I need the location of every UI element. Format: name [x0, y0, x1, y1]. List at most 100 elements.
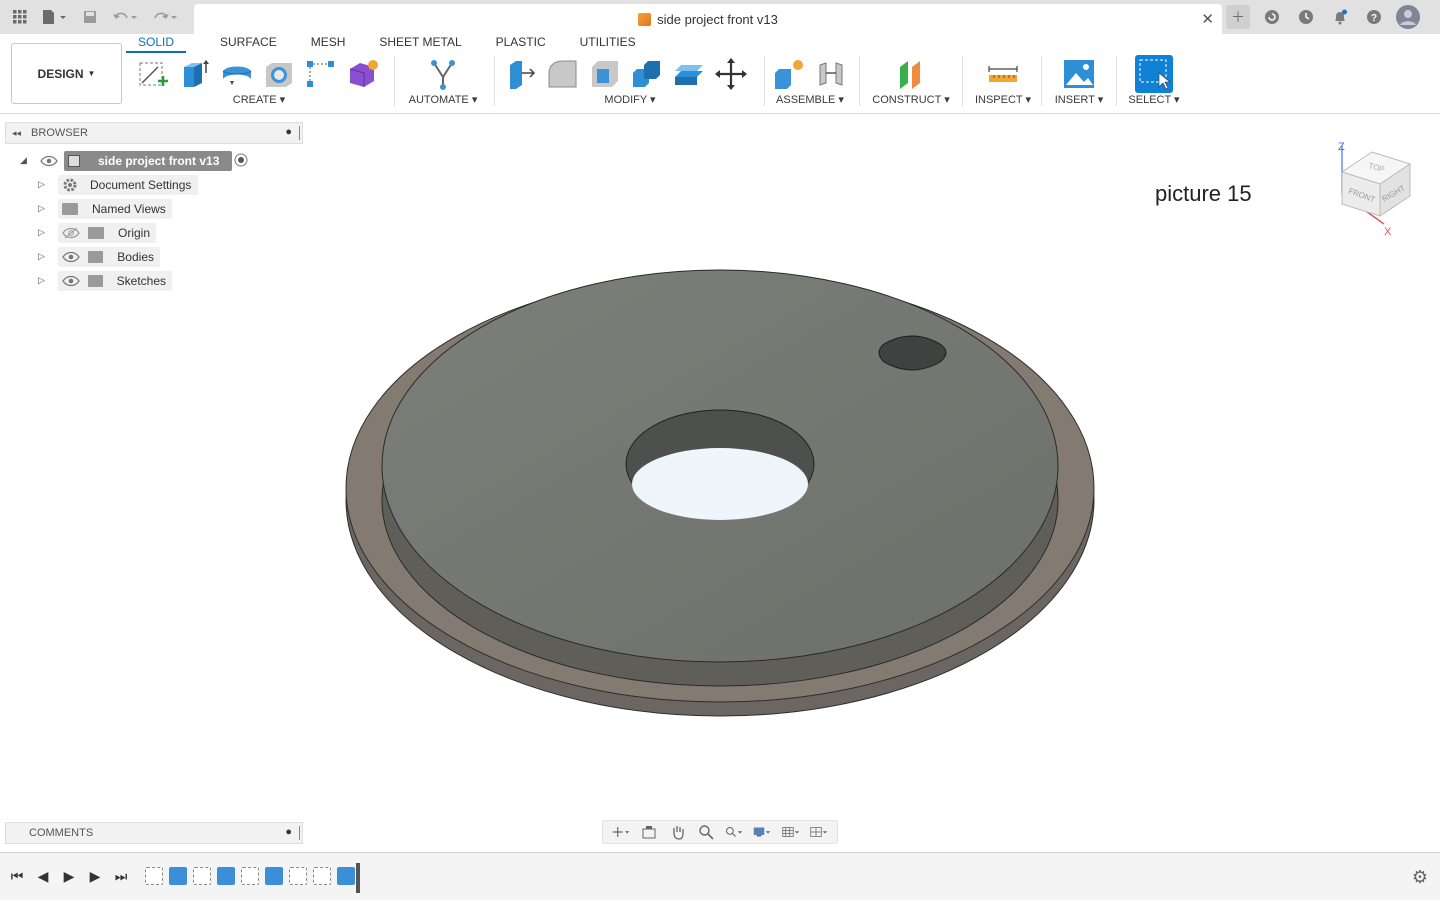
create-sketch-icon[interactable]: [136, 57, 170, 91]
shell-icon[interactable]: [588, 57, 622, 91]
construct-group-label[interactable]: CONSTRUCT ▾: [866, 93, 956, 106]
help-icon[interactable]: ?: [1362, 5, 1386, 29]
automate-icon[interactable]: [426, 57, 460, 91]
modify-group-label[interactable]: MODIFY ▾: [502, 93, 758, 106]
file-icon[interactable]: [38, 5, 72, 29]
expand-triangle-icon[interactable]: ▷: [38, 227, 45, 238]
tab-sheet-metal[interactable]: SHEET METAL: [379, 35, 461, 53]
go-to-start-icon[interactable]: ⏮: [8, 867, 26, 885]
tree-item-chip[interactable]: Origin: [58, 223, 156, 243]
press-pull-icon[interactable]: [504, 57, 538, 91]
bell-icon[interactable]: [1328, 5, 1352, 29]
viewports-icon[interactable]: [810, 824, 828, 840]
expand-triangle-icon[interactable]: ▷: [38, 251, 45, 262]
browser-panel-header[interactable]: ◂◂ BROWSER ●: [5, 122, 303, 144]
visibility-eye-icon[interactable]: [62, 251, 80, 263]
timeline-sketch-feature[interactable]: [289, 867, 307, 885]
small-square-hole[interactable]: [878, 335, 947, 371]
timeline-playhead[interactable]: [356, 863, 360, 893]
step-forward-icon[interactable]: ▶: [86, 867, 104, 885]
tab-solid[interactable]: SOLID: [126, 35, 187, 53]
pan-hand-icon[interactable]: [669, 824, 687, 840]
form-icon[interactable]: [346, 57, 380, 91]
extrude-icon[interactable]: [178, 57, 212, 91]
refresh-icon[interactable]: [1260, 5, 1284, 29]
redo-icon[interactable]: [148, 5, 182, 29]
automate-group-label[interactable]: AUTOMATE ▾: [400, 93, 486, 106]
save-icon[interactable]: [78, 5, 102, 29]
revolve-icon[interactable]: [220, 57, 254, 91]
timeline-sketch-feature[interactable]: [313, 867, 331, 885]
visibility-eye-icon[interactable]: [62, 275, 80, 287]
visibility-eye-icon[interactable]: [40, 155, 58, 170]
panel-pin-icon[interactable]: ●: [285, 126, 292, 138]
tree-item-chip[interactable]: Sketches: [58, 271, 172, 291]
collapse-panel-icon[interactable]: ◂◂: [12, 128, 21, 139]
tree-item-chip[interactable]: Named Views: [58, 199, 172, 219]
avatar[interactable]: [1396, 5, 1420, 29]
inspect-group-label[interactable]: INSPECT ▾: [970, 93, 1036, 106]
visibility-hidden-icon[interactable]: [62, 227, 80, 239]
pattern-icon[interactable]: [304, 57, 338, 91]
timeline-extrude-feature[interactable]: [169, 867, 187, 885]
grid-icon[interactable]: [8, 5, 32, 29]
plus-icon[interactable]: ＋: [1226, 5, 1250, 29]
timeline-extrude-feature[interactable]: [217, 867, 235, 885]
body-side[interactable]: [381, 313, 1059, 687]
assemble-group-label[interactable]: ASSEMBLE ▾: [770, 93, 850, 106]
move-icon[interactable]: [714, 57, 748, 91]
expand-triangle-icon[interactable]: ▷: [38, 203, 45, 214]
view-cube[interactable]: Z X TOP FRONT RIGHT: [1328, 138, 1420, 236]
timeline-sketch-feature[interactable]: [145, 867, 163, 885]
orbit-icon[interactable]: [612, 824, 630, 840]
document-tab[interactable]: side project front v13 ✕: [194, 4, 1222, 34]
hole-icon[interactable]: [262, 57, 296, 91]
body-top-face[interactable]: [381, 269, 1059, 663]
joint-icon[interactable]: [814, 57, 848, 91]
expand-triangle-icon[interactable]: ◢: [20, 155, 27, 166]
offset-plane-icon[interactable]: [894, 57, 928, 91]
undo-icon[interactable]: [108, 5, 142, 29]
display-settings-icon[interactable]: [753, 824, 771, 840]
panel-resize-handle[interactable]: [299, 126, 301, 140]
timeline-sketch-feature[interactable]: [241, 867, 259, 885]
go-to-end-icon[interactable]: ⏭: [112, 867, 130, 885]
fillet-icon[interactable]: [546, 57, 580, 91]
center-bore-opening[interactable]: [632, 448, 808, 520]
select-icon[interactable]: [1135, 55, 1173, 93]
offset-face-icon[interactable]: [672, 57, 706, 91]
measure-icon[interactable]: [986, 57, 1020, 91]
close-icon[interactable]: ✕: [1201, 10, 1214, 28]
root-component-chip[interactable]: side project front v13: [64, 151, 232, 171]
step-back-icon[interactable]: ◀: [34, 867, 52, 885]
timeline-sketch-feature[interactable]: [193, 867, 211, 885]
expand-triangle-icon[interactable]: ▷: [38, 179, 45, 190]
tab-surface[interactable]: SURFACE: [220, 35, 277, 53]
panel-resize-handle[interactable]: [299, 826, 301, 840]
gear-icon[interactable]: ⚙: [1412, 867, 1428, 888]
panel-pin-icon[interactable]: ●: [285, 826, 292, 838]
play-icon[interactable]: ▶: [60, 867, 78, 885]
create-group-label[interactable]: CREATE ▾: [134, 93, 384, 106]
tree-item-chip[interactable]: Document Settings: [58, 175, 198, 195]
flange-top[interactable]: [345, 273, 1095, 703]
workspace-switcher-button[interactable]: DESIGN ▼: [11, 43, 122, 104]
timeline-extrude-feature[interactable]: [337, 867, 355, 885]
expand-triangle-icon[interactable]: ▷: [38, 275, 45, 286]
tab-plastic[interactable]: PLASTIC: [496, 35, 546, 53]
look-at-icon[interactable]: [640, 824, 658, 840]
timeline-extrude-feature[interactable]: [265, 867, 283, 885]
activate-radio-icon[interactable]: [234, 153, 248, 170]
center-bore-wall[interactable]: [625, 409, 815, 519]
grid-settings-icon[interactable]: [782, 824, 800, 840]
tab-utilities[interactable]: UTILITIES: [580, 35, 636, 53]
insert-group-label[interactable]: INSERT ▾: [1048, 93, 1110, 106]
zoom-icon[interactable]: [697, 824, 715, 840]
combine-icon[interactable]: [630, 57, 664, 91]
flange-bottom[interactable]: [345, 283, 1095, 717]
zoom-window-icon[interactable]: [725, 824, 743, 840]
clock-icon[interactable]: [1294, 5, 1318, 29]
comments-panel-header[interactable]: COMMENTS ●: [5, 822, 303, 844]
insert-image-icon[interactable]: [1062, 57, 1096, 91]
new-component-icon[interactable]: [772, 57, 806, 91]
